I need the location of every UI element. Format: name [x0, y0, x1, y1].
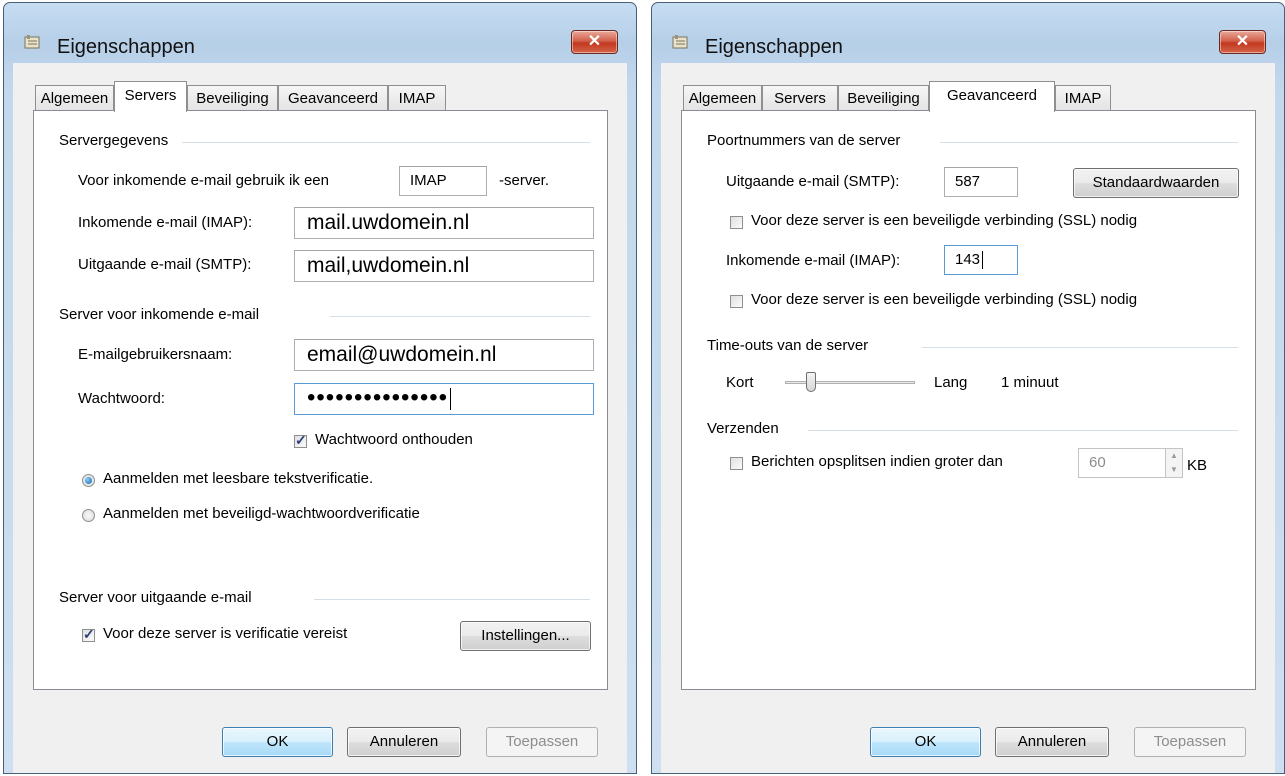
imap-ssl-checkbox[interactable]: [730, 295, 743, 308]
imap-ssl-label: Voor deze server is een beveiligde verbi…: [751, 291, 1138, 308]
close-button[interactable]: ✕: [571, 30, 618, 54]
divider: [808, 430, 1238, 431]
split-size-field: 60: [1078, 448, 1166, 478]
divider: [330, 316, 590, 317]
divider: [182, 142, 590, 143]
close-icon: ✕: [587, 33, 602, 50]
cancel-button[interactable]: Annuleren: [347, 727, 461, 757]
incoming-server-label: Inkomende e-mail (IMAP):: [78, 214, 253, 231]
password-dots: •••••••••••••••: [307, 384, 449, 411]
server-auth-label: Voor deze server is verificatie vereist: [103, 625, 348, 642]
tab-panel-servers: Servergegevens Voor inkomende e-mail geb…: [33, 110, 608, 690]
username-field[interactable]: email@uwdomein.nl: [294, 339, 594, 371]
properties-icon: [24, 34, 42, 50]
text-caret: [450, 387, 452, 410]
tab-beveiliging[interactable]: Beveiliging: [187, 85, 278, 111]
tab-panel-advanced: Poortnummers van de server Uitgaande e-m…: [681, 110, 1256, 690]
radio-plain-text-auth[interactable]: [82, 474, 95, 487]
title-bar[interactable]: Eigenschappen ✕: [4, 3, 636, 58]
radio-plain-text-auth-label: Aanmelden met leesbare tekstverificatie.: [103, 470, 374, 487]
username-label: E-mailgebruikersnaam:: [78, 346, 233, 363]
properties-window-advanced: Eigenschappen ✕ Algemeen Servers Beveili…: [651, 2, 1285, 774]
divider: [314, 599, 590, 600]
dialog-client: Algemeen Servers Beveiliging Geavanceerd…: [661, 63, 1275, 773]
apply-button: Toepassen: [1134, 727, 1246, 757]
chevron-up-icon: ▲: [1170, 451, 1178, 460]
smtp-ssl-checkbox[interactable]: [730, 216, 743, 229]
group-server-timeouts: Time-outs van de server: [707, 337, 869, 354]
remember-password-label: Wachtwoord onthouden: [315, 431, 473, 448]
tab-imap[interactable]: IMAP: [1055, 85, 1111, 111]
group-sending: Verzenden: [707, 420, 779, 437]
apply-button: Toepassen: [486, 727, 598, 757]
divider: [922, 347, 1238, 348]
timeout-long-label: Lang: [934, 374, 968, 391]
server-auth-checkbox[interactable]: [82, 626, 95, 643]
group-port-numbers: Poortnummers van de server: [707, 132, 901, 149]
chevron-down-icon: ▼: [1170, 465, 1178, 474]
tab-geavanceerd[interactable]: Geavanceerd: [278, 85, 388, 111]
outgoing-server-field[interactable]: mail,uwdomein.nl: [294, 250, 594, 282]
split-size-spinner: ▲ ▼: [1165, 448, 1183, 478]
timeout-value-label: 1 minuut: [1001, 374, 1059, 391]
cancel-button[interactable]: Annuleren: [995, 727, 1109, 757]
imap-port-field[interactable]: 143: [944, 245, 1018, 275]
incoming-type-label: Voor inkomende e-mail gebruik ik een: [78, 172, 329, 189]
tab-algemeen[interactable]: Algemeen: [683, 85, 762, 111]
radio-secure-password-auth-label: Aanmelden met beveiligd-wachtwoordverifi…: [103, 505, 420, 522]
radio-secure-password-auth[interactable]: [82, 509, 95, 522]
tab-strip: Algemeen Servers Beveiliging Geavanceerd…: [35, 81, 585, 112]
split-messages-checkbox[interactable]: [730, 457, 743, 470]
smtp-port-label: Uitgaande e-mail (SMTP):: [726, 173, 900, 190]
timeout-slider-track[interactable]: [785, 381, 915, 384]
tab-servers[interactable]: Servers: [114, 81, 187, 112]
tab-servers[interactable]: Servers: [762, 85, 838, 111]
remember-password-checkbox[interactable]: [294, 432, 307, 449]
password-field[interactable]: •••••••••••••••: [294, 383, 594, 415]
incoming-type-suffix: -server.: [499, 172, 550, 189]
group-incoming-server: Server voor inkomende e-mail: [59, 306, 260, 323]
password-label: Wachtwoord:: [78, 390, 165, 407]
ok-button[interactable]: OK: [222, 727, 333, 757]
ok-button[interactable]: OK: [870, 727, 981, 757]
tab-imap[interactable]: IMAP: [388, 85, 446, 111]
split-size-unit: KB: [1187, 457, 1208, 474]
dialog-client: Algemeen Servers Beveiliging Geavanceerd…: [13, 63, 627, 773]
timeout-slider-thumb[interactable]: [806, 372, 816, 392]
imap-port-label: Inkomende e-mail (IMAP):: [726, 252, 901, 269]
tab-algemeen[interactable]: Algemeen: [35, 85, 114, 111]
properties-icon: [672, 34, 690, 50]
incoming-server-field[interactable]: mail.uwdomein.nl: [294, 207, 594, 239]
group-outgoing-server: Server voor uitgaande e-mail: [59, 589, 252, 606]
settings-button[interactable]: Instellingen...: [460, 621, 591, 651]
outgoing-server-label: Uitgaande e-mail (SMTP):: [78, 256, 252, 273]
window-title: Eigenschappen: [57, 36, 195, 58]
smtp-ssl-label: Voor deze server is een beveiligde verbi…: [751, 212, 1138, 229]
properties-window-servers: Eigenschappen ✕ Algemeen Servers Beveili…: [3, 2, 637, 774]
timeout-short-label: Kort: [726, 374, 754, 391]
split-messages-label: Berichten opsplitsen indien groter dan: [751, 453, 1003, 470]
defaults-button[interactable]: Standaardwaarden: [1073, 168, 1239, 198]
imap-port-value: 143: [955, 251, 981, 268]
tab-beveiliging[interactable]: Beveiliging: [838, 85, 929, 111]
close-button[interactable]: ✕: [1219, 30, 1266, 54]
close-icon: ✕: [1235, 33, 1250, 50]
text-caret: [982, 251, 984, 270]
tab-strip: Algemeen Servers Beveiliging Geavanceerd…: [683, 81, 1233, 112]
title-bar[interactable]: Eigenschappen ✕: [652, 3, 1284, 58]
divider: [940, 142, 1238, 143]
group-server-info: Servergegevens: [59, 132, 169, 149]
window-title: Eigenschappen: [705, 36, 843, 58]
smtp-port-field[interactable]: 587: [944, 167, 1018, 197]
incoming-type-field[interactable]: IMAP: [399, 166, 487, 196]
tab-geavanceerd[interactable]: Geavanceerd: [929, 81, 1055, 112]
